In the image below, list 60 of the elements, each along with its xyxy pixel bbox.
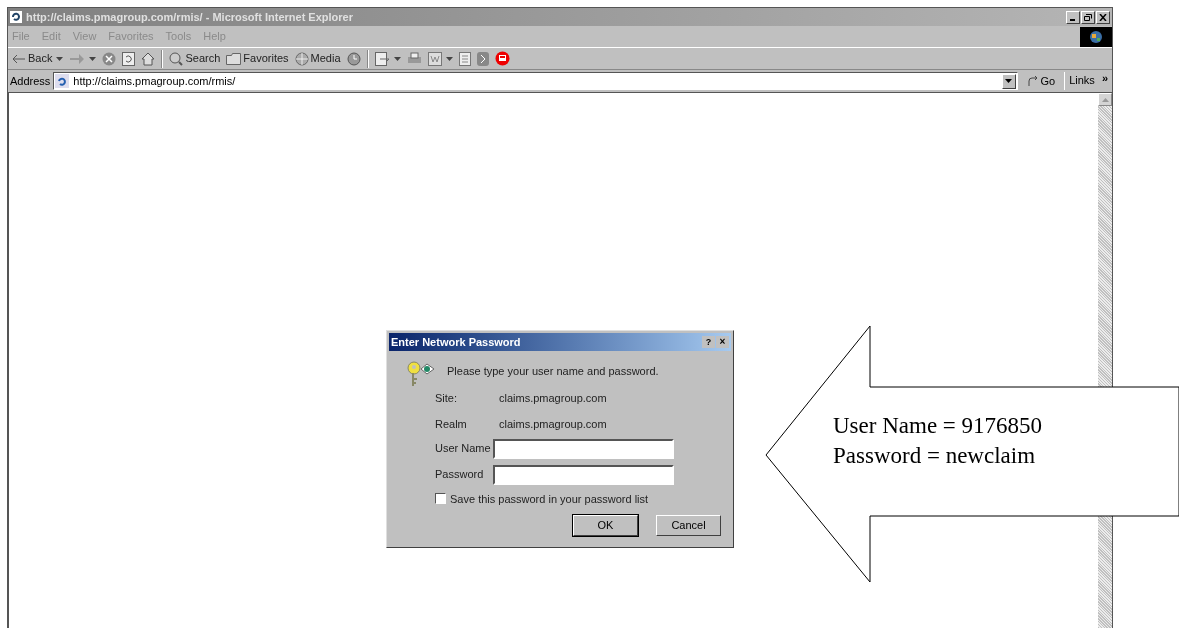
key-icon <box>407 361 435 387</box>
dialog-button[interactable]: Cancel <box>656 515 721 536</box>
caret-icon[interactable] <box>393 56 401 61</box>
history-icon[interactable] <box>346 51 361 66</box>
favorites-button[interactable]: Favorites <box>226 50 289 67</box>
browser-icon <box>10 11 22 23</box>
caret-icon[interactable] <box>445 56 453 61</box>
address-field[interactable]: http://claims.pmagroup.com/rmis/ <box>53 72 1018 90</box>
scroll-up-button[interactable] <box>1098 93 1112 106</box>
minimize-button[interactable] <box>1066 10 1080 24</box>
caret-icon <box>1005 79 1012 83</box>
links-button[interactable]: Links <box>1064 72 1099 90</box>
media-button[interactable]: Media <box>294 50 341 67</box>
more-chevron[interactable]: » <box>1101 69 1110 87</box>
search-icon[interactable] <box>169 51 184 66</box>
close-button[interactable] <box>1096 10 1110 24</box>
restore-button[interactable] <box>1081 10 1095 24</box>
globe-logo-icon <box>1089 29 1103 44</box>
dialog-prompt: Please type your user name and password. <box>447 364 660 379</box>
callout-text: Password = newclaim <box>833 442 1037 470</box>
search-button[interactable]: Search <box>169 50 221 67</box>
mail-icon[interactable] <box>374 51 390 66</box>
document-icon[interactable] <box>427 51 442 66</box>
messenger-icon[interactable] <box>476 51 489 66</box>
callout-text: User Name = 9176850 <box>833 412 1043 440</box>
help-button[interactable]: ? <box>702 336 715 348</box>
field-value: claims.pmagroup.com <box>499 390 607 406</box>
caret-icon[interactable] <box>56 56 64 61</box>
close-icon <box>1099 13 1107 21</box>
field-value: claims.pmagroup.com <box>499 417 607 432</box>
input-label: Password <box>435 467 485 483</box>
window-title: http://claims.pmagroup.com/rmis/ - Microsoft Internet Explorer <box>26 9 353 25</box>
caret-icon[interactable] <box>89 56 97 61</box>
home-icon[interactable] <box>141 51 156 66</box>
field-label: Realm <box>435 417 468 432</box>
save-checkbox[interactable] <box>435 493 446 505</box>
dialog-title: Enter Network Password <box>391 334 521 350</box>
input-field[interactable] <box>493 438 674 459</box>
page-icon <box>55 74 70 88</box>
dialog-button[interactable]: OK <box>573 515 638 536</box>
input-label: User Name <box>435 441 492 457</box>
refresh-icon[interactable] <box>122 51 136 66</box>
restore-icon <box>1084 13 1092 21</box>
field-label: Site: <box>435 390 458 406</box>
close-button[interactable]: × <box>716 336 729 348</box>
folder-icon[interactable] <box>226 52 242 65</box>
dropdown-button[interactable] <box>1001 73 1016 89</box>
up-arrow-icon <box>1101 97 1109 102</box>
go-arrow-icon <box>1026 75 1039 87</box>
go-button[interactable]: Go <box>1020 72 1062 90</box>
printer-icon[interactable] <box>406 52 422 65</box>
stop-icon[interactable] <box>102 51 117 66</box>
address-label: Address <box>10 73 51 89</box>
globe-icon[interactable] <box>294 51 309 66</box>
alert-icon[interactable] <box>494 51 510 66</box>
back-button[interactable]: Back <box>12 50 53 67</box>
input-field[interactable] <box>493 464 674 485</box>
page-icon[interactable] <box>458 51 471 66</box>
back-arrow-icon <box>12 53 26 64</box>
checkbox-label: Save this password in your password list <box>450 491 649 507</box>
